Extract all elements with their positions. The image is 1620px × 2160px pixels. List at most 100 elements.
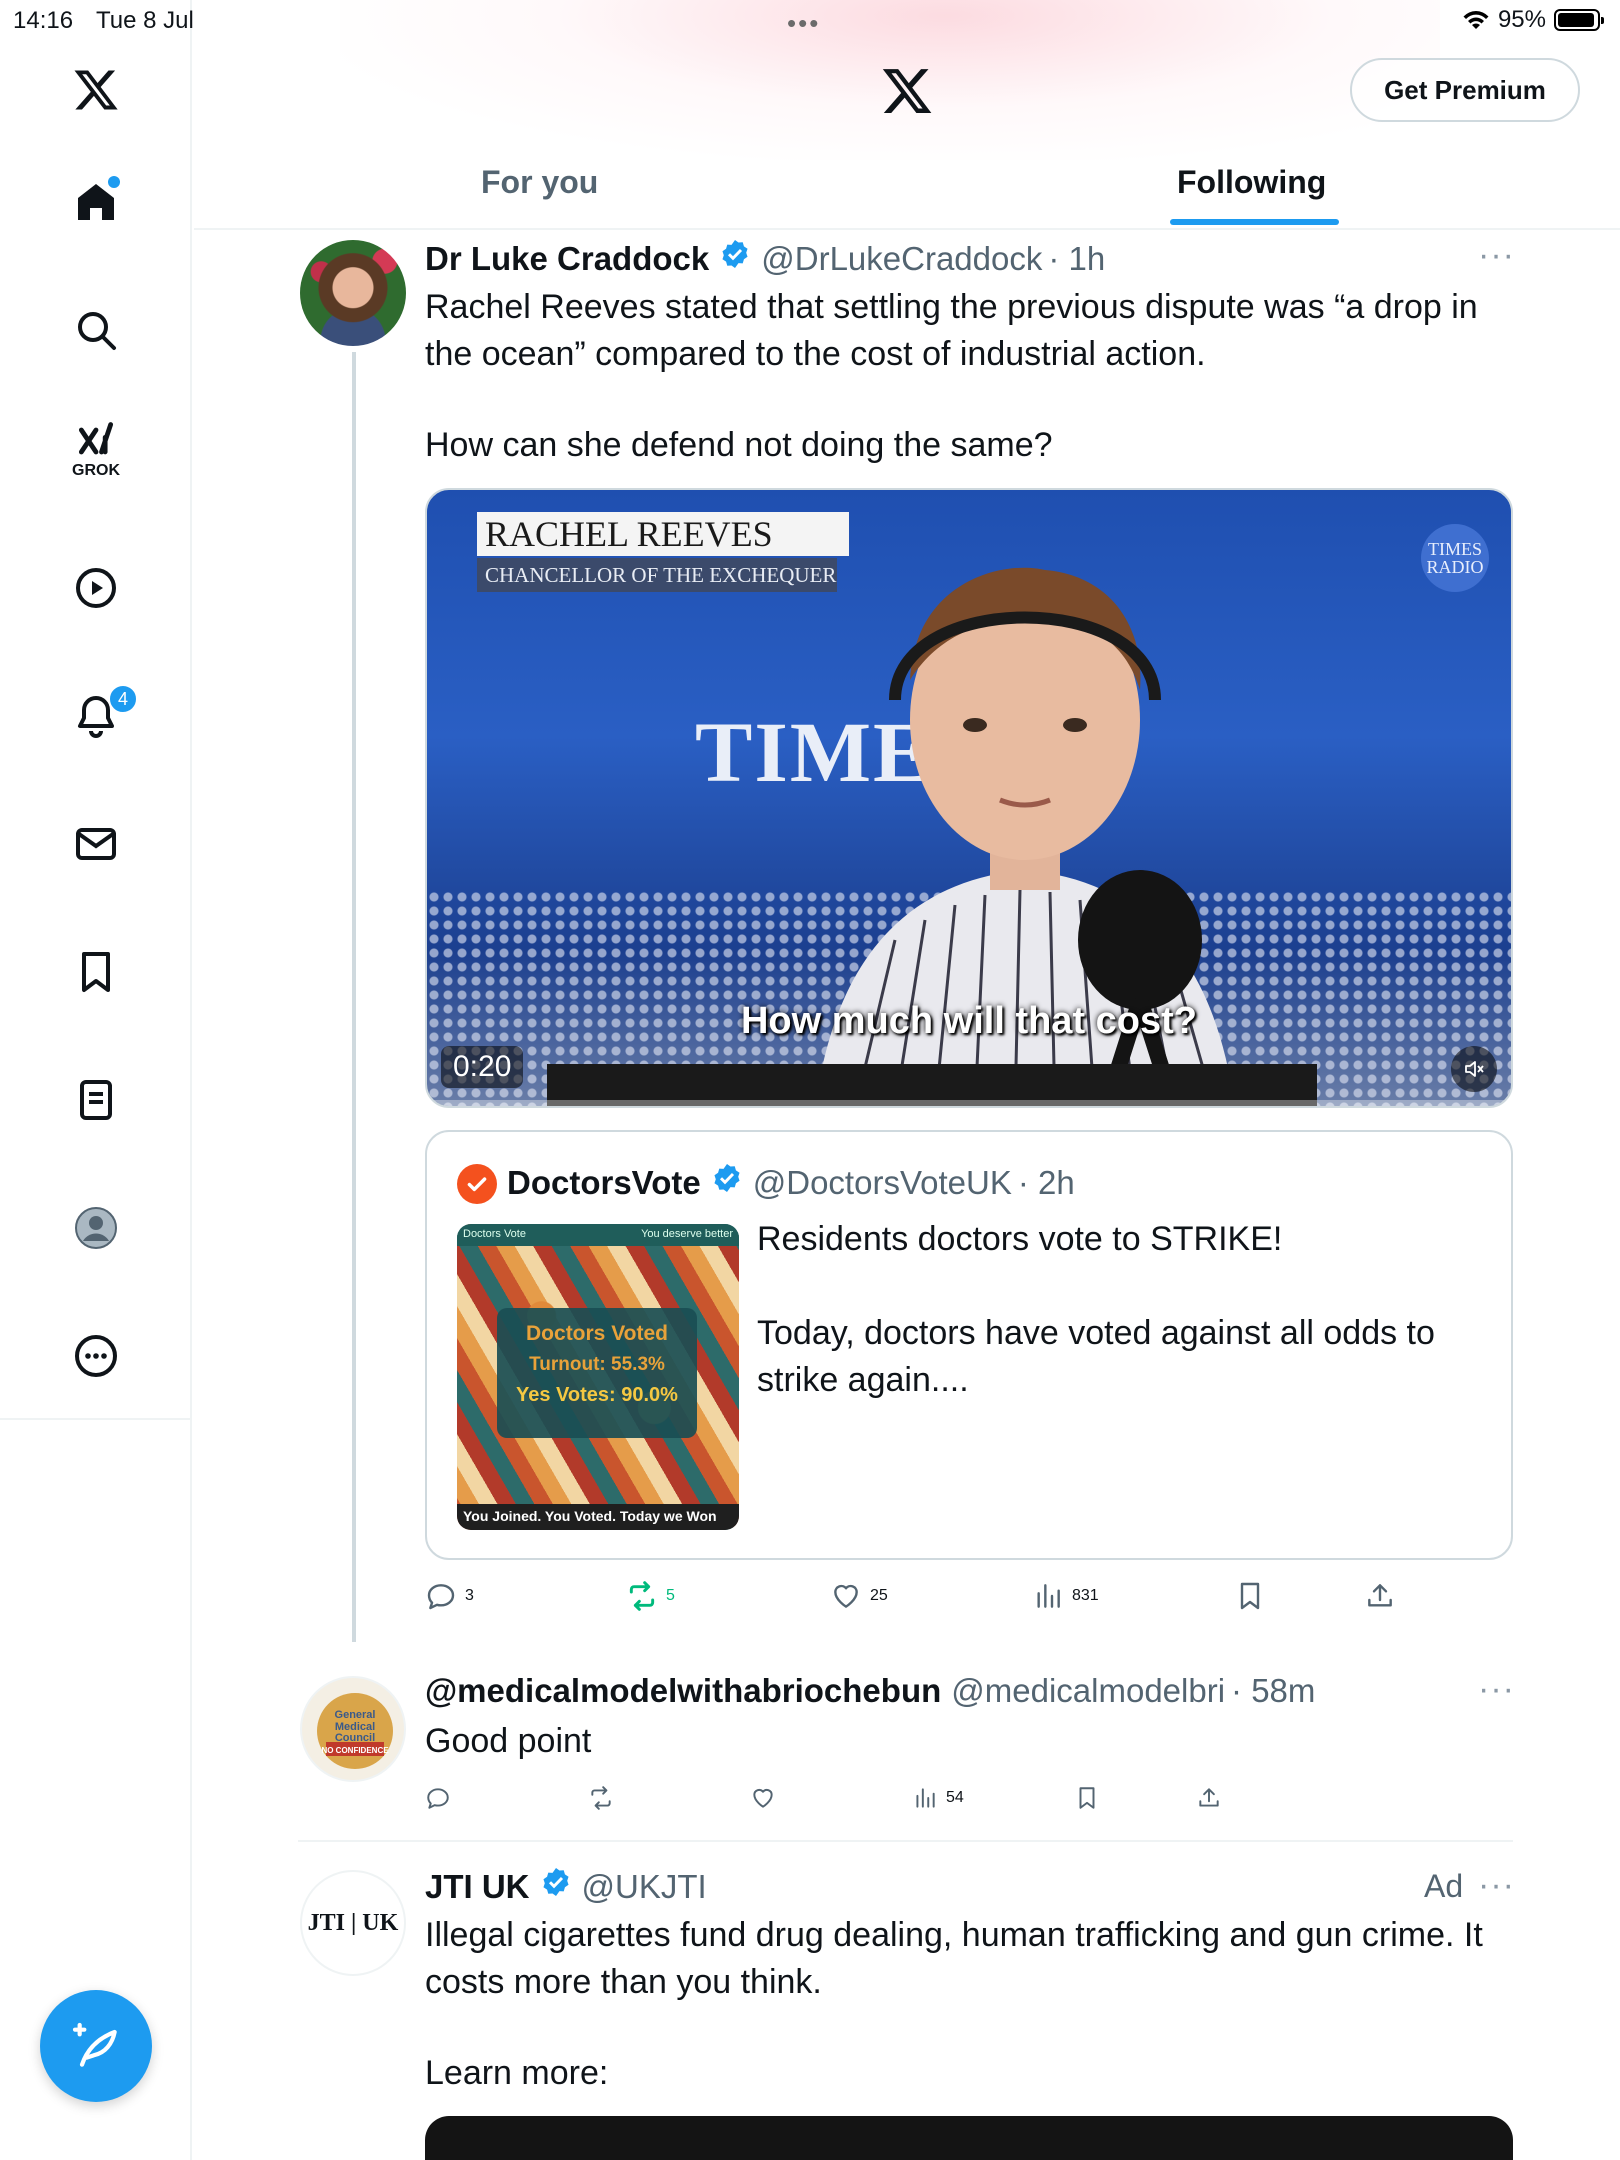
author-handle[interactable]: @UKJTI bbox=[582, 1868, 707, 1906]
share-button[interactable] bbox=[1196, 1785, 1222, 1811]
tweet-header: @medicalmodelwithabriochebun @medicalmod… bbox=[425, 1672, 1315, 1710]
sidebar-separator bbox=[0, 1418, 192, 1420]
search-icon bbox=[78, 312, 116, 350]
quote-tweet[interactable]: DoctorsVote @DoctorsVoteUK · 2h Doctors … bbox=[425, 1130, 1513, 1560]
battery-icon bbox=[1554, 9, 1604, 31]
sidebar-item-more[interactable] bbox=[66, 1326, 126, 1386]
reply-icon bbox=[427, 1584, 455, 1610]
verified-badge-icon bbox=[542, 1868, 569, 1896]
repost-button[interactable]: 5 bbox=[626, 1580, 675, 1612]
quote-image-panel: Doctors Voted Turnout: 55.3% Yes Votes: … bbox=[497, 1308, 697, 1438]
reply-count: 3 bbox=[465, 1587, 474, 1604]
tweet-header: Dr Luke Craddock @DrLukeCraddock · 1h bbox=[425, 238, 1105, 278]
sidebar-item-explore[interactable] bbox=[66, 300, 126, 360]
status-date: Tue 8 Jul bbox=[96, 7, 194, 34]
lower-third-name: RACHEL REEVES bbox=[477, 512, 849, 556]
sidebar-item-lists[interactable] bbox=[66, 1070, 126, 1130]
ad-label: Ad bbox=[1424, 1868, 1464, 1904]
repost-count: 5 bbox=[666, 1587, 675, 1604]
bookmark-icon bbox=[1079, 1787, 1095, 1809]
mute-icon[interactable] bbox=[1451, 1046, 1497, 1092]
quote-image[interactable]: Doctors Vote You deserve better Doctors … bbox=[457, 1224, 739, 1530]
thread-connector bbox=[352, 352, 356, 1642]
mail-icon bbox=[76, 828, 116, 860]
tweet-more-icon[interactable]: ··· bbox=[1478, 236, 1515, 275]
quote-image-top-right: You deserve better bbox=[641, 1228, 733, 1240]
svg-text:NO CONFIDENCE: NO CONFIDENCE bbox=[321, 1746, 389, 1755]
sidebar-item-grok[interactable]: GROK bbox=[66, 418, 126, 479]
tweet-header: JTI UK @UKJTI bbox=[425, 1866, 707, 1906]
quote-avatar[interactable] bbox=[457, 1164, 497, 1204]
author-name[interactable]: JTI UK bbox=[425, 1868, 530, 1906]
notifications-badge: 4 bbox=[108, 684, 138, 714]
avatar-medicalmodel[interactable]: General Medical Council NO CONFIDENCE bbox=[300, 1676, 406, 1782]
sidebar-item-bookmarks[interactable] bbox=[66, 942, 126, 1002]
author-handle[interactable]: @DrLukeCraddock bbox=[761, 240, 1042, 278]
share-icon bbox=[1199, 1788, 1219, 1807]
status-time: 14:16 bbox=[13, 7, 74, 34]
like-button[interactable]: 25 bbox=[830, 1580, 888, 1612]
ad-media[interactable] bbox=[425, 2116, 1513, 2160]
sidebar-item-videos[interactable] bbox=[66, 558, 126, 618]
quote-text-2: Today, doctors have voted against all od… bbox=[757, 1314, 1435, 1399]
tab-following[interactable]: Following bbox=[1177, 164, 1326, 201]
sidebar: GROK 4 bbox=[0, 0, 192, 2160]
sidebar-item-messages[interactable] bbox=[66, 814, 126, 874]
heart-icon bbox=[834, 1584, 858, 1608]
quote-image-header: Doctors Vote You deserve better bbox=[457, 1224, 739, 1246]
svg-text:General: General bbox=[335, 1709, 376, 1721]
tweet-time[interactable]: · 1h bbox=[1048, 240, 1105, 278]
share-button[interactable] bbox=[1364, 1580, 1396, 1612]
tweet-text: Good point bbox=[425, 1722, 592, 1760]
multitasking-dots-icon[interactable]: ••• bbox=[787, 8, 820, 39]
video-duration: 0:20 bbox=[441, 1046, 524, 1088]
verified-badge-icon bbox=[714, 1164, 740, 1192]
x-logo-icon[interactable] bbox=[66, 60, 126, 120]
compose-feather-icon bbox=[72, 2022, 117, 2067]
video-progress-bar[interactable] bbox=[427, 1100, 1511, 1106]
author-name[interactable]: @medicalmodelwithabriochebun bbox=[425, 1672, 941, 1710]
author-name[interactable]: Dr Luke Craddock bbox=[425, 240, 709, 278]
author-handle[interactable]: @medicalmodelbri bbox=[951, 1672, 1225, 1710]
checkmark-icon bbox=[467, 1177, 487, 1192]
quote-image-line2: Turnout: 55.3% bbox=[529, 1354, 665, 1375]
svg-text:Council: Council bbox=[335, 1732, 375, 1744]
quote-text: Residents doctors vote to STRIKE! bbox=[757, 1220, 1283, 1258]
quote-author-name[interactable]: DoctorsVote bbox=[507, 1164, 701, 1202]
reply-button[interactable]: 3 bbox=[425, 1580, 474, 1612]
sidebar-item-notifications[interactable]: 4 bbox=[66, 684, 138, 746]
share-icon bbox=[1368, 1584, 1392, 1607]
views-button[interactable]: 54 bbox=[912, 1785, 964, 1811]
header-x-logo-icon[interactable] bbox=[880, 64, 934, 118]
tab-for-you[interactable]: For you bbox=[481, 164, 598, 201]
tweet-video[interactable]: TIME RACHEL REEVES CHANCELLOR OF THE EXC… bbox=[425, 488, 1513, 1108]
quote-author-handle[interactable]: @DoctorsVoteUK bbox=[753, 1164, 1012, 1202]
repost-button[interactable] bbox=[588, 1785, 614, 1811]
views-button[interactable]: 831 bbox=[1032, 1580, 1099, 1612]
avatar-luke-craddock[interactable] bbox=[300, 240, 406, 346]
reply-button[interactable] bbox=[425, 1785, 451, 1811]
repost-icon bbox=[629, 1581, 655, 1611]
verified-badge-icon bbox=[722, 240, 748, 268]
tweet-time[interactable]: · 58m bbox=[1231, 1672, 1315, 1710]
bookmark-button[interactable] bbox=[1234, 1580, 1266, 1612]
sidebar-item-profile[interactable] bbox=[66, 1198, 126, 1258]
bookmark-button[interactable] bbox=[1074, 1785, 1100, 1811]
no-confidence-badge: General Medical Council NO CONFIDENCE bbox=[317, 1693, 393, 1769]
sidebar-item-home[interactable] bbox=[66, 172, 126, 232]
avatar-jti-uk[interactable]: JTI | UK bbox=[300, 1870, 406, 1976]
get-premium-button[interactable]: Get Premium bbox=[1350, 58, 1580, 122]
grok-label: GROK bbox=[72, 462, 120, 479]
tweet-more-icon[interactable]: ··· bbox=[1478, 1670, 1515, 1709]
like-button[interactable] bbox=[750, 1785, 776, 1811]
video-lower-third: RACHEL REEVES CHANCELLOR OF THE EXCHEQUE… bbox=[477, 512, 849, 594]
tweet-more-icon[interactable]: ··· bbox=[1478, 1866, 1515, 1905]
bookmark-icon bbox=[1240, 1582, 1260, 1610]
grok-icon bbox=[78, 422, 114, 455]
jti-logo-text: JTI | UK bbox=[307, 1909, 399, 1936]
compose-button[interactable] bbox=[40, 1990, 152, 2102]
like-count: 25 bbox=[870, 1587, 888, 1604]
quote-image-line1: Doctors Voted bbox=[526, 1322, 668, 1345]
quote-image-top-left: Doctors Vote bbox=[463, 1228, 526, 1240]
views-bar-chart-icon bbox=[916, 1788, 935, 1808]
